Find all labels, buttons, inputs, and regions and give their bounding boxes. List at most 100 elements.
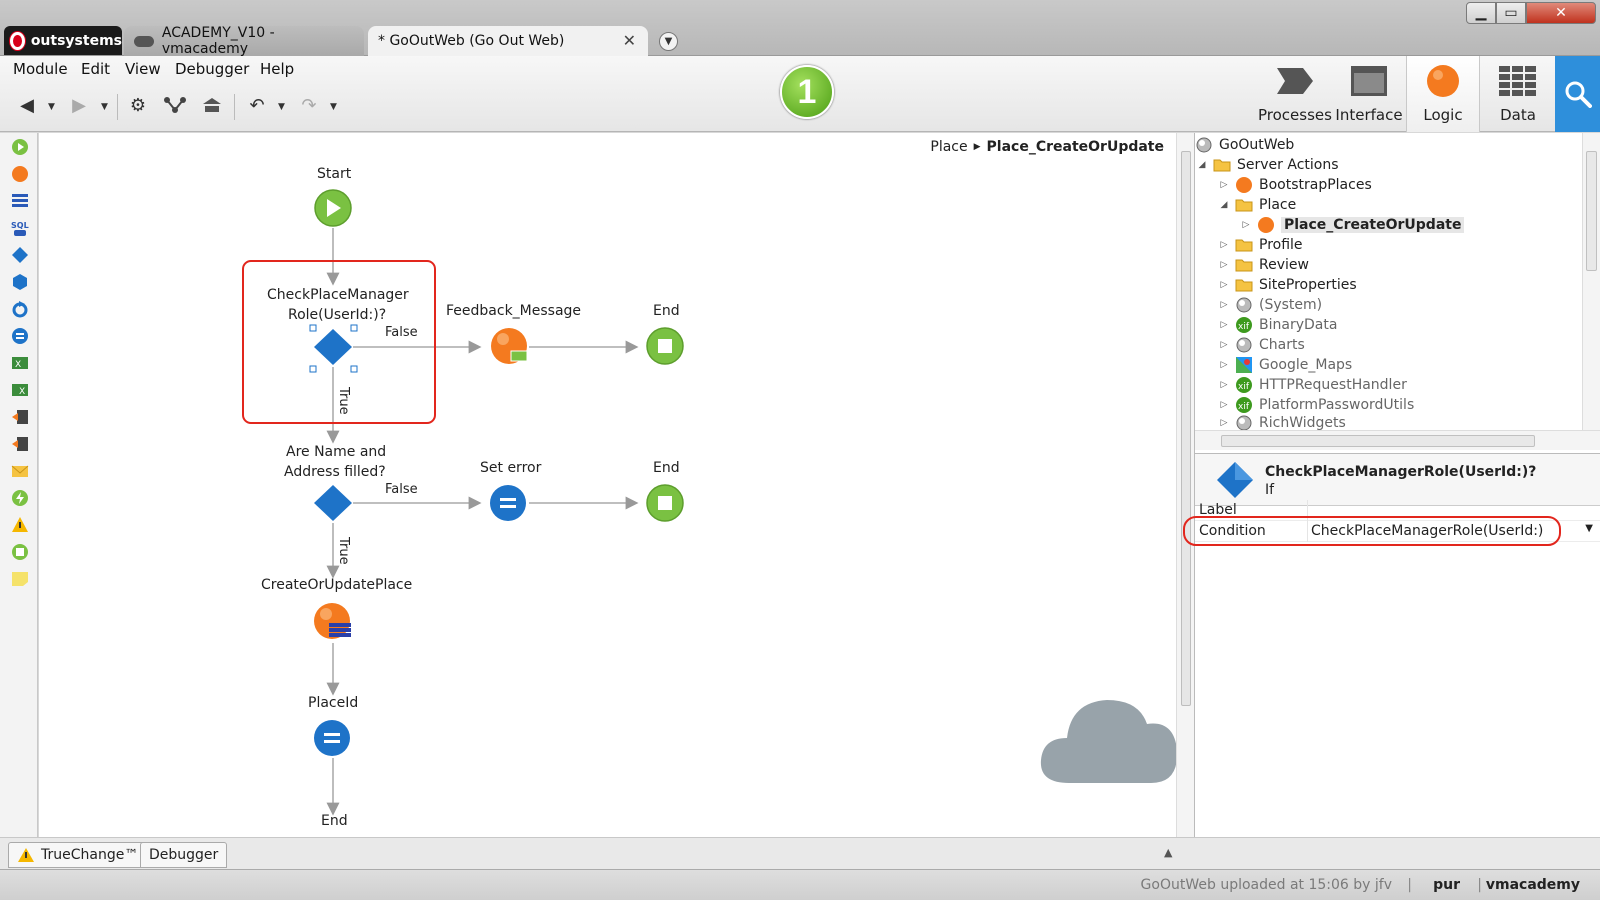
- minimize-button[interactable]: ▁: [1466, 2, 1496, 24]
- create-or-update-place-node[interactable]: [314, 603, 351, 639]
- tree-item-siteproperties[interactable]: ▷ SiteProperties: [1219, 275, 1357, 295]
- tab-gooutweb-module[interactable]: * GoOutWeb (Go Out Web) ✕: [368, 26, 648, 56]
- status-bar: GoOutWeb uploaded at 15:06 by jfv | pur …: [0, 869, 1600, 900]
- scrollbar-thumb[interactable]: [1586, 151, 1597, 271]
- expand-panel-icon[interactable]: ▲: [1164, 846, 1172, 859]
- if-node-check-role[interactable]: [309, 324, 358, 373]
- tree-item-bootstrapplaces[interactable]: ▷ BootstrapPlaces: [1219, 175, 1372, 195]
- redo-icon[interactable]: ↷: [298, 94, 320, 116]
- expand-icon[interactable]: ▷: [1219, 400, 1229, 410]
- expand-icon[interactable]: ▷: [1219, 280, 1229, 290]
- switch-tool-icon[interactable]: [11, 273, 29, 291]
- placeid-assign-node[interactable]: [314, 720, 350, 756]
- expand-icon[interactable]: ▷: [1219, 260, 1229, 270]
- scrollbar-thumb[interactable]: [1181, 151, 1191, 706]
- menu-debugger[interactable]: Debugger: [175, 60, 249, 78]
- start-tool-icon[interactable]: [11, 138, 29, 156]
- expand-icon[interactable]: ▷: [1219, 418, 1229, 428]
- maximize-button[interactable]: ▭: [1496, 2, 1526, 24]
- excel-to-record-list-tool-icon[interactable]: X: [11, 381, 29, 399]
- tree-item-charts[interactable]: ▷ Charts: [1219, 335, 1305, 355]
- start-node[interactable]: [314, 189, 352, 227]
- collapse-icon[interactable]: ◢: [1197, 160, 1207, 170]
- tree-item-server-actions[interactable]: ◢ Server Actions: [1197, 155, 1339, 175]
- scrollbar-thumb[interactable]: [1221, 435, 1535, 447]
- dependencies-icon[interactable]: [164, 94, 186, 116]
- record-list-to-excel-tool-icon[interactable]: X: [11, 354, 29, 372]
- menu-module[interactable]: Module: [13, 60, 68, 78]
- menu-view[interactable]: View: [125, 60, 161, 78]
- canvas-vertical-scrollbar[interactable]: [1176, 133, 1194, 837]
- undo-dropdown-icon[interactable]: ▼: [278, 102, 285, 112]
- outsystems-logo: outsystems: [4, 26, 122, 55]
- destination-tool-icon[interactable]: [11, 435, 29, 453]
- tree-item-binarydata[interactable]: ▷ xif BinaryData: [1219, 315, 1337, 335]
- redo-dropdown-icon[interactable]: ▼: [330, 102, 337, 112]
- action-flow-canvas[interactable]: Place ▶ Place_CreateOrUpdate Start Check…: [39, 133, 1194, 837]
- tree-label: Profile: [1259, 237, 1303, 253]
- raise-exception-tool-icon[interactable]: [11, 516, 29, 534]
- expand-icon[interactable]: ▷: [1241, 220, 1251, 230]
- tree-item-review[interactable]: ▷ Review: [1219, 255, 1309, 275]
- send-email-tool-icon[interactable]: [11, 462, 29, 480]
- tab-academy-environment[interactable]: ACADEMY_V10 - vmacademy: [124, 25, 364, 57]
- collapse-icon[interactable]: ◢: [1219, 200, 1229, 210]
- close-tab-icon[interactable]: ✕: [623, 31, 636, 50]
- expand-icon[interactable]: ▷: [1219, 240, 1229, 250]
- elements-tree: GoOutWeb ◢ Server Actions ▷ BootstrapPla…: [1194, 133, 1600, 453]
- merge-icon[interactable]: [201, 94, 223, 116]
- forward-icon[interactable]: ▶: [68, 94, 90, 116]
- tree-item-place[interactable]: ◢ Place: [1219, 195, 1297, 215]
- search-button[interactable]: [1555, 56, 1600, 132]
- feedback-message-node[interactable]: [491, 328, 528, 364]
- expand-icon[interactable]: ▷: [1219, 300, 1229, 310]
- tab-debugger[interactable]: Debugger: [140, 842, 228, 868]
- tree-item-root[interactable]: GoOutWeb: [1195, 135, 1294, 155]
- comment-tool-icon[interactable]: [11, 570, 29, 588]
- tree-item-system[interactable]: ▷ (System): [1219, 295, 1323, 315]
- chevron-down-icon[interactable]: ▼: [1585, 523, 1593, 534]
- tree-item-httprequesthandler[interactable]: ▷ xif HTTPRequestHandler: [1219, 375, 1407, 395]
- download-tool-icon[interactable]: [11, 408, 29, 426]
- tree-item-platformpasswordutils[interactable]: ▷ xif PlatformPasswordUtils: [1219, 395, 1414, 415]
- expand-icon[interactable]: ▷: [1219, 180, 1229, 190]
- end-node-1[interactable]: [646, 327, 684, 365]
- assign-tool-icon[interactable]: [11, 327, 29, 345]
- for-each-tool-icon[interactable]: [11, 300, 29, 318]
- back-dropdown-icon[interactable]: ▼: [48, 102, 55, 112]
- back-icon[interactable]: ◀: [16, 94, 38, 116]
- layer-tab-interface[interactable]: Interface: [1332, 56, 1406, 132]
- if-node-name-address[interactable]: [314, 485, 352, 521]
- menu-toolbar-area: Module Edit View Debugger Help ◀ ▼ ▶ ▼ ⚙…: [0, 56, 1600, 132]
- expand-icon[interactable]: ▷: [1219, 320, 1229, 330]
- folder-icon: [1235, 239, 1253, 252]
- undo-icon[interactable]: ↶: [246, 94, 268, 116]
- tree-item-place-createorupdate[interactable]: ▷ Place_CreateOrUpdate: [1241, 215, 1465, 235]
- end-node-2[interactable]: [646, 484, 684, 522]
- tab-truechange[interactable]: TrueChange™: [8, 842, 148, 868]
- layer-tab-data[interactable]: Data: [1481, 56, 1555, 132]
- set-error-assign-node[interactable]: [490, 485, 526, 521]
- tree-vertical-scrollbar[interactable]: [1582, 133, 1600, 430]
- aggregate-tool-icon[interactable]: [11, 192, 29, 210]
- layer-tab-logic[interactable]: Logic: [1406, 56, 1480, 132]
- gear-icon[interactable]: ⚙: [127, 94, 149, 116]
- exception-handler-tool-icon[interactable]: [11, 489, 29, 507]
- expand-icon[interactable]: ▷: [1219, 380, 1229, 390]
- if-tool-icon[interactable]: [11, 246, 29, 264]
- run-server-action-tool-icon[interactable]: [11, 165, 29, 183]
- expand-icon[interactable]: ▷: [1219, 360, 1229, 370]
- menu-edit[interactable]: Edit: [81, 60, 110, 78]
- tab-list-dropdown-button[interactable]: ▼: [659, 32, 678, 51]
- end-tool-icon[interactable]: [11, 543, 29, 561]
- menu-help[interactable]: Help: [260, 60, 294, 78]
- layer-tab-processes[interactable]: Processes: [1258, 56, 1332, 132]
- tree-horizontal-scrollbar[interactable]: [1195, 430, 1600, 450]
- tree-item-profile[interactable]: ▷ Profile: [1219, 235, 1303, 255]
- tree-label: SiteProperties: [1259, 277, 1357, 293]
- sql-tool-icon[interactable]: SQL: [11, 219, 29, 237]
- expand-icon[interactable]: ▷: [1219, 340, 1229, 350]
- forward-dropdown-icon[interactable]: ▼: [101, 102, 108, 112]
- tree-item-google-maps[interactable]: ▷ Google_Maps: [1219, 355, 1352, 375]
- close-window-button[interactable]: ✕: [1526, 2, 1596, 24]
